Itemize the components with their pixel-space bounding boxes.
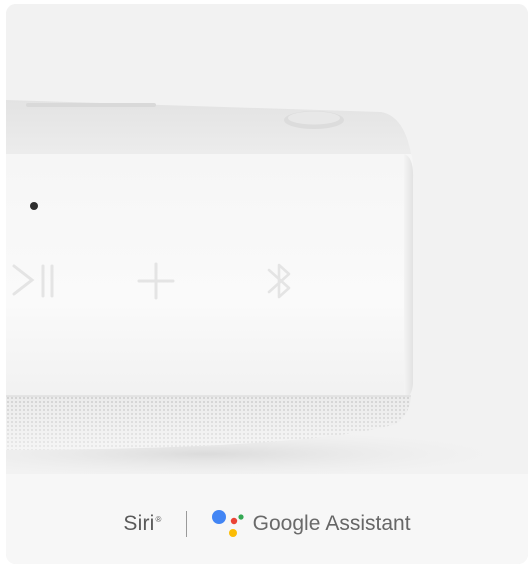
google-label: Google (252, 512, 321, 535)
assistant-label: Assistant (325, 512, 411, 535)
google-assistant-logo (211, 510, 244, 537)
siri-label: Siri (123, 512, 155, 535)
product-image-card: Siri ® Google Assistant (6, 4, 528, 564)
divider (185, 511, 187, 537)
siri-label-group: Siri ® (123, 512, 161, 536)
google-assistant-label: Google Assistant (253, 512, 411, 536)
voice-assistants-row: Siri ® Google Assistant (6, 504, 528, 544)
speaker-photo (6, 4, 528, 474)
registered-mark: ® (155, 515, 162, 524)
